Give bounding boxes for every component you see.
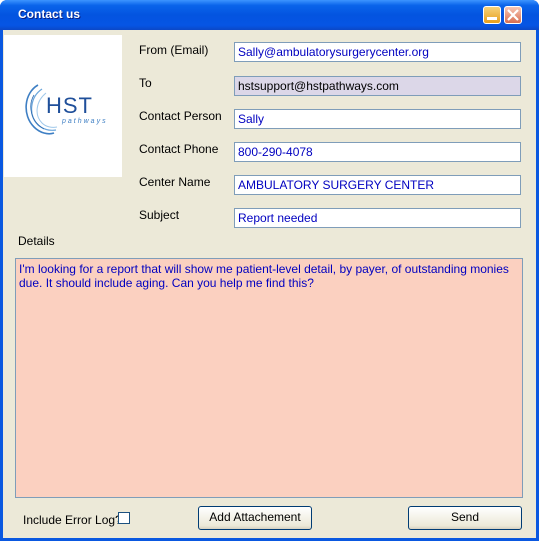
window-title: Contact us	[18, 7, 81, 21]
add-attachment-button[interactable]: Add Attachement	[198, 506, 312, 530]
center-name-field[interactable]: AMBULATORY SURGERY CENTER	[234, 175, 521, 195]
contact-us-window: Contact us HST pathways From (Email) Sal…	[0, 0, 539, 541]
close-button[interactable]	[504, 6, 522, 24]
to-field: hstsupport@hstpathways.com	[234, 76, 521, 96]
contact-phone-field[interactable]: 800-290-4078	[234, 142, 521, 162]
include-error-log-checkbox[interactable]	[118, 512, 130, 524]
details-textarea[interactable]: I'm looking for a report that will show …	[15, 258, 523, 498]
from-email-field[interactable]: Sally@ambulatorysurgerycenter.org	[234, 42, 521, 62]
from-email-label: From (Email)	[139, 43, 209, 57]
include-error-log-label: Include Error Log?	[23, 513, 122, 527]
logo-subtext: pathways	[62, 118, 108, 125]
contact-person-label: Contact Person	[139, 109, 222, 123]
minimize-button[interactable]	[483, 6, 501, 24]
logo-text: HST	[46, 93, 93, 118]
to-label: To	[139, 76, 152, 90]
hst-pathways-logo: HST pathways	[4, 35, 122, 177]
close-icon	[507, 9, 519, 21]
subject-field[interactable]: Report needed	[234, 208, 521, 228]
details-label: Details	[18, 234, 55, 248]
title-bar[interactable]: Contact us	[0, 0, 539, 30]
contact-person-field[interactable]: Sally	[234, 109, 521, 129]
center-name-label: Center Name	[139, 175, 211, 189]
subject-label: Subject	[139, 208, 180, 222]
contact-phone-label: Contact Phone	[139, 142, 219, 156]
send-button[interactable]: Send	[408, 506, 522, 530]
dialog-body: HST pathways From (Email) Sally@ambulato…	[3, 30, 536, 538]
